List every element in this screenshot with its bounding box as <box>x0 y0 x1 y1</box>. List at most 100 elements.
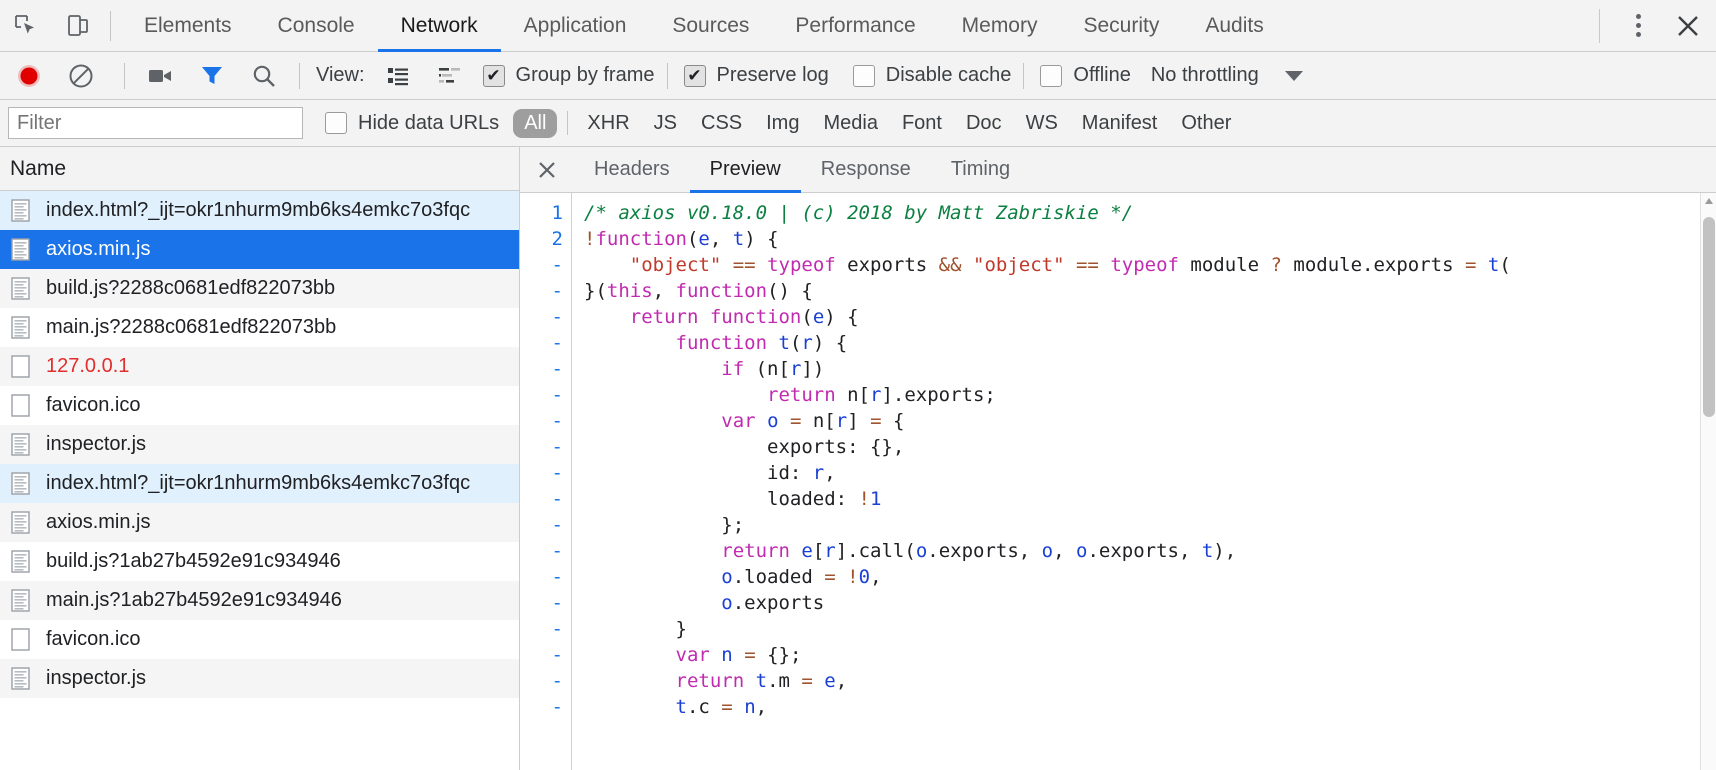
code-line: return function(e) { <box>584 304 1716 330</box>
close-icon[interactable] <box>520 147 574 193</box>
request-name: index.html?_ijt=okr1nhurm9mb6ks4emkc7o3f… <box>46 472 470 495</box>
type-chip-doc[interactable]: Doc <box>955 109 1013 138</box>
filter-input[interactable] <box>8 107 303 139</box>
request-row[interactable]: build.js?1ab27b4592e91c934946 <box>0 542 519 581</box>
toggle-device-toolbar-icon[interactable] <box>52 0 104 52</box>
type-chip-other[interactable]: Other <box>1170 109 1242 138</box>
request-row[interactable]: index.html?_ijt=okr1nhurm9mb6ks4emkc7o3f… <box>0 191 519 230</box>
waterfall-view-icon[interactable] <box>431 57 469 95</box>
tab-audits[interactable]: Audits <box>1182 0 1286 52</box>
offline-checkbox[interactable]: Offline <box>1040 64 1130 87</box>
detail-tab-bar: Headers Preview Response Timing <box>520 147 1716 193</box>
blank-document-icon <box>10 393 32 419</box>
document-icon <box>10 549 32 575</box>
search-icon[interactable] <box>245 57 283 95</box>
request-row[interactable]: favicon.ico <box>0 620 519 659</box>
capture-screenshots-icon[interactable] <box>141 57 179 95</box>
vertical-scrollbar[interactable] <box>1700 193 1716 770</box>
request-row[interactable]: inspector.js <box>0 659 519 698</box>
hide-data-urls-checkbox[interactable]: Hide data URLs <box>325 112 499 135</box>
type-chip-media[interactable]: Media <box>812 109 888 138</box>
tab-headers[interactable]: Headers <box>574 147 690 193</box>
tab-console[interactable]: Console <box>255 0 378 52</box>
tab-sources-label: Sources <box>672 14 749 38</box>
type-chip-img[interactable]: Img <box>755 109 810 138</box>
request-row[interactable]: 127.0.0.1 <box>0 347 519 386</box>
request-name: favicon.ico <box>46 394 141 417</box>
tab-preview[interactable]: Preview <box>690 147 801 193</box>
tab-timing[interactable]: Timing <box>931 147 1030 193</box>
group-by-frame-checkbox[interactable]: Group by frame <box>483 64 655 87</box>
tab-network-label: Network <box>401 14 478 38</box>
code-line: o.loaded = !0, <box>584 564 1716 590</box>
list-view-icon[interactable] <box>379 57 417 95</box>
scroll-up-arrow-icon[interactable] <box>1705 198 1713 204</box>
tab-security[interactable]: Security <box>1060 0 1182 52</box>
toolbar-divider <box>1023 63 1024 89</box>
code-line: function t(r) { <box>584 330 1716 356</box>
throttling-select[interactable]: No throttling <box>1151 64 1259 87</box>
type-chip-all[interactable]: All <box>513 109 557 138</box>
disable-cache-label: Disable cache <box>886 64 1012 87</box>
close-icon[interactable] <box>1660 0 1716 52</box>
code-line: exports: {}, <box>584 434 1716 460</box>
tab-performance[interactable]: Performance <box>772 0 938 52</box>
tab-network[interactable]: Network <box>378 0 501 52</box>
document-icon <box>10 471 32 497</box>
request-row[interactable]: main.js?2288c0681edf822073bb <box>0 308 519 347</box>
request-row[interactable]: index.html?_ijt=okr1nhurm9mb6ks4emkc7o3f… <box>0 464 519 503</box>
checkbox-box <box>853 65 875 87</box>
request-row[interactable]: main.js?1ab27b4592e91c934946 <box>0 581 519 620</box>
preserve-log-checkbox[interactable]: Preserve log <box>684 64 829 87</box>
more-options-icon[interactable] <box>1616 0 1660 52</box>
request-row[interactable]: favicon.ico <box>0 386 519 425</box>
request-row[interactable]: axios.min.js <box>0 230 519 269</box>
request-name: main.js?1ab27b4592e91c934946 <box>46 589 342 612</box>
type-chip-manifest[interactable]: Manifest <box>1071 109 1169 138</box>
tab-audits-label: Audits <box>1205 14 1263 38</box>
document-icon <box>10 588 32 614</box>
clear-icon[interactable] <box>62 57 100 95</box>
toolbar-divider <box>1599 9 1600 43</box>
devtools-tab-list: Elements Console Network Application Sou… <box>121 0 1287 52</box>
scrollbar-thumb[interactable] <box>1703 217 1715 417</box>
tab-response[interactable]: Response <box>801 147 931 193</box>
document-icon <box>10 432 32 458</box>
chevron-down-icon[interactable] <box>1285 71 1303 81</box>
type-chip-css[interactable]: CSS <box>690 109 753 138</box>
type-chip-ws[interactable]: WS <box>1015 109 1069 138</box>
view-label: View: <box>316 64 365 87</box>
group-by-frame-label: Group by frame <box>516 64 655 87</box>
tab-elements-label: Elements <box>144 14 232 38</box>
offline-label: Offline <box>1073 64 1130 87</box>
filter-bar: Hide data URLs All XHR JS CSS Img Media … <box>0 100 1716 147</box>
tab-application[interactable]: Application <box>501 0 650 52</box>
line-number: - <box>520 694 571 720</box>
type-chip-js[interactable]: JS <box>643 109 688 138</box>
tab-sources[interactable]: Sources <box>649 0 772 52</box>
code-line: !function(e, t) { <box>584 226 1716 252</box>
filter-icon[interactable] <box>193 57 231 95</box>
type-chip-font[interactable]: Font <box>891 109 953 138</box>
code-line: return t.m = e, <box>584 668 1716 694</box>
code-line: return n[r].exports; <box>584 382 1716 408</box>
record-button-icon[interactable] <box>10 57 48 95</box>
tab-elements[interactable]: Elements <box>121 0 255 52</box>
code-line: o.exports <box>584 590 1716 616</box>
tab-performance-label: Performance <box>795 14 915 38</box>
code-line: if (n[r]) <box>584 356 1716 382</box>
code-content: /* axios v0.18.0 | (c) 2018 by Matt Zabr… <box>572 193 1716 770</box>
code-line: }(this, function() { <box>584 278 1716 304</box>
request-row[interactable]: inspector.js <box>0 425 519 464</box>
tab-memory-label: Memory <box>962 14 1038 38</box>
code-line: id: r, <box>584 460 1716 486</box>
tab-memory[interactable]: Memory <box>939 0 1061 52</box>
request-name: build.js?2288c0681edf822073bb <box>46 277 335 300</box>
disable-cache-checkbox[interactable]: Disable cache <box>853 64 1012 87</box>
inspect-element-icon[interactable] <box>0 0 52 52</box>
checkbox-box <box>684 65 706 87</box>
line-number: - <box>520 564 571 590</box>
request-row[interactable]: axios.min.js <box>0 503 519 542</box>
request-row[interactable]: build.js?2288c0681edf822073bb <box>0 269 519 308</box>
type-chip-xhr[interactable]: XHR <box>576 109 640 138</box>
